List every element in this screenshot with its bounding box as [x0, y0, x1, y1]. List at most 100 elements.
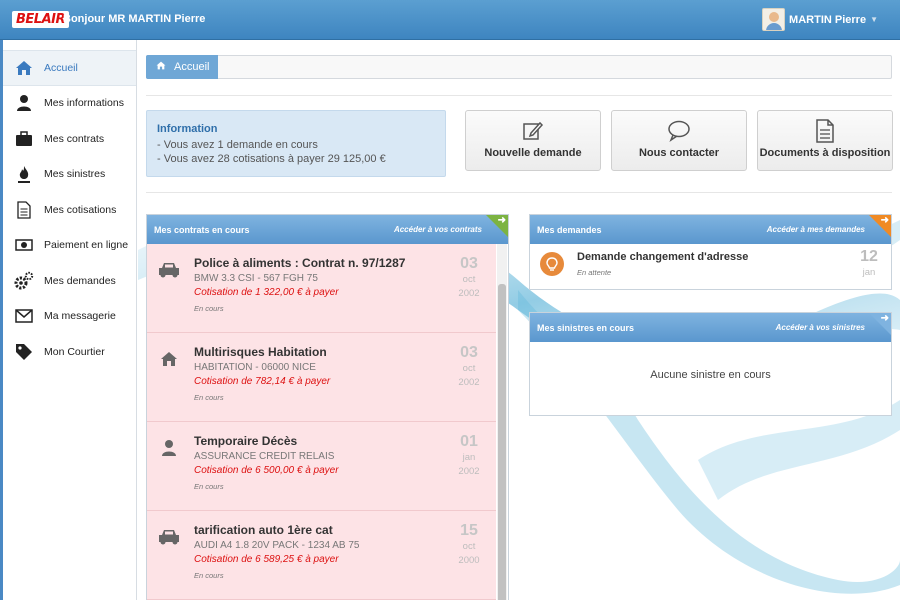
car-icon: [158, 527, 180, 547]
main-content: Accueil Information - Vous avez 1 demand…: [138, 40, 900, 600]
sidebar-item-label: Mes sinistres: [44, 168, 106, 181]
contract-status: En cours: [194, 304, 224, 313]
contract-subtitle: HABITATION - 06000 NICE: [194, 362, 316, 373]
contract-status: En cours: [194, 571, 224, 580]
tag-icon: [13, 342, 35, 362]
briefcase-icon: [13, 129, 35, 149]
document-icon: [13, 200, 35, 220]
arrow-right-icon[interactable]: ➜: [881, 313, 889, 324]
banknote-icon: [13, 235, 35, 255]
panel-header: Mes contrats en cours Accéder à vos cont…: [147, 215, 508, 244]
contract-title: Multirisques Habitation: [194, 345, 327, 359]
request-title: Demande changement d'adresse: [577, 251, 749, 263]
fire-icon: [13, 164, 35, 184]
contracts-list: Police à aliments : Contrat n. 97/1287 B…: [147, 244, 508, 600]
list-item[interactable]: Police à aliments : Contrat n. 97/1287 B…: [147, 244, 496, 333]
scrollbar-thumb[interactable]: [498, 284, 506, 600]
contract-subtitle: BMW 3.3 CSI - 567 FGH 75: [194, 273, 318, 284]
panel-title: Mes sinistres en cours: [537, 322, 635, 333]
tile-label: Nouvelle demande: [484, 147, 582, 159]
contract-title: Temporaire Décès: [194, 434, 298, 448]
date-day: 15: [460, 522, 478, 539]
sidebar-item-paiement[interactable]: Paiement en ligne: [3, 228, 136, 264]
panel-header: Mes sinistres en cours Accéder à vos sin…: [530, 313, 891, 342]
date-day: 01: [460, 433, 478, 450]
greeting-text: Bonjour MR MARTIN Pierre: [63, 13, 206, 25]
top-bar: BELAIR Bonjour MR MARTIN Pierre MARTIN P…: [0, 0, 900, 40]
requests-link[interactable]: Accéder à mes demandes: [767, 225, 865, 234]
user-menu[interactable]: MARTIN Pierre ▼: [762, 8, 878, 31]
list-item[interactable]: tarification auto 1ère cat AUDI A4 1.8 2…: [147, 511, 496, 600]
request-status: En attente: [577, 268, 612, 277]
breadcrumb-label: Accueil: [174, 61, 210, 73]
arrow-right-icon[interactable]: ➜: [881, 215, 889, 226]
information-line: - Vous avez 1 demande en cours: [157, 139, 318, 151]
contracts-link[interactable]: Accéder à vos contrats: [394, 225, 482, 234]
tile-label: Nous contacter: [638, 147, 720, 159]
date-day: 03: [460, 255, 478, 272]
contract-cotisation: Cotisation de 1 322,00 € à payer: [194, 287, 339, 298]
sidebar-item-label: Ma messagerie: [44, 310, 116, 323]
list-item[interactable]: Temporaire Décès ASSURANCE CREDIT RELAIS…: [147, 422, 496, 511]
claims-panel: Mes sinistres en cours Accéder à vos sin…: [529, 312, 892, 416]
contact-us-button[interactable]: Nous contacter: [611, 110, 747, 171]
lightbulb-icon: [540, 252, 564, 276]
date-year: 2002: [458, 466, 480, 477]
list-item[interactable]: Demande changement d'adresse En attente …: [530, 244, 891, 289]
tile-label: Documents à disposition: [759, 147, 891, 159]
contract-cotisation: Cotisation de 6 500,00 € à payer: [194, 465, 339, 476]
contract-cotisation: Cotisation de 782,14 € à payer: [194, 376, 331, 387]
panel-title: Mes demandes: [537, 224, 602, 235]
arrow-right-icon[interactable]: ➜: [498, 215, 506, 226]
panel-header: Mes demandes Accéder à mes demandes ➜: [530, 215, 891, 244]
divider: [146, 192, 892, 193]
sidebar-item-messagerie[interactable]: Ma messagerie: [3, 299, 136, 335]
date-year: 2000: [458, 555, 480, 566]
date-day: 03: [460, 344, 478, 361]
contracts-panel: Mes contrats en cours Accéder à vos cont…: [146, 214, 509, 600]
sidebar-item-sinistres[interactable]: Mes sinistres: [3, 157, 136, 193]
sidebar-item-courtier[interactable]: Mon Courtier: [3, 334, 136, 370]
date-month: oct: [462, 274, 476, 285]
list-item[interactable]: Multirisques Habitation HABITATION - 060…: [147, 333, 496, 422]
car-icon: [158, 260, 180, 280]
information-title: Information: [157, 123, 218, 135]
breadcrumb-home[interactable]: Accueil: [146, 55, 219, 79]
contract-subtitle: ASSURANCE CREDIT RELAIS: [194, 451, 335, 462]
user-name: MARTIN Pierre: [789, 13, 867, 26]
breadcrumb: Accueil: [146, 55, 892, 79]
date-month: jan: [462, 452, 476, 463]
documents-button[interactable]: Documents à disposition: [757, 110, 893, 171]
gears-icon: [13, 271, 35, 291]
sidebar-item-contrats[interactable]: Mes contrats: [3, 121, 136, 157]
sidebar-item-label: Mes cotisations: [44, 203, 117, 216]
contract-title: tarification auto 1ère cat: [194, 523, 333, 537]
brand-logo[interactable]: BELAIR: [12, 11, 69, 28]
sidebar-item-cotisations[interactable]: Mes cotisations: [3, 192, 136, 228]
contract-status: En cours: [194, 393, 224, 402]
sidebar: Accueil Mes informations Mes contrats Me…: [0, 40, 137, 600]
requests-panel: Mes demandes Accéder à mes demandes ➜ De…: [529, 214, 892, 290]
sidebar-item-informations[interactable]: Mes informations: [3, 86, 136, 122]
divider: [146, 95, 892, 96]
sidebar-item-demandes[interactable]: Mes demandes: [3, 263, 136, 299]
sidebar-item-label: Mes informations: [44, 97, 124, 110]
contract-status: En cours: [194, 482, 224, 491]
chevron-down-icon: ▼: [870, 15, 878, 24]
new-request-button[interactable]: Nouvelle demande: [465, 110, 601, 171]
claims-link[interactable]: Accéder à vos sinistres: [776, 323, 865, 332]
date-month: oct: [462, 363, 476, 374]
scrollbar[interactable]: [497, 244, 507, 600]
sidebar-item-label: Mes contrats: [44, 132, 105, 145]
sidebar-item-label: Paiement en ligne: [44, 239, 129, 252]
chat-bubble-icon: [612, 119, 746, 143]
edit-icon: [466, 119, 600, 143]
panel-title: Mes contrats en cours: [154, 224, 250, 235]
file-text-icon: [758, 119, 892, 143]
contract-cotisation: Cotisation de 6 589,25 € à payer: [194, 554, 339, 565]
home-icon: [156, 61, 166, 73]
home-icon: [158, 349, 180, 369]
sidebar-item-accueil[interactable]: Accueil: [3, 50, 136, 86]
sidebar-item-label: Accueil: [44, 61, 78, 74]
information-box: Information - Vous avez 1 demande en cou…: [146, 110, 446, 177]
